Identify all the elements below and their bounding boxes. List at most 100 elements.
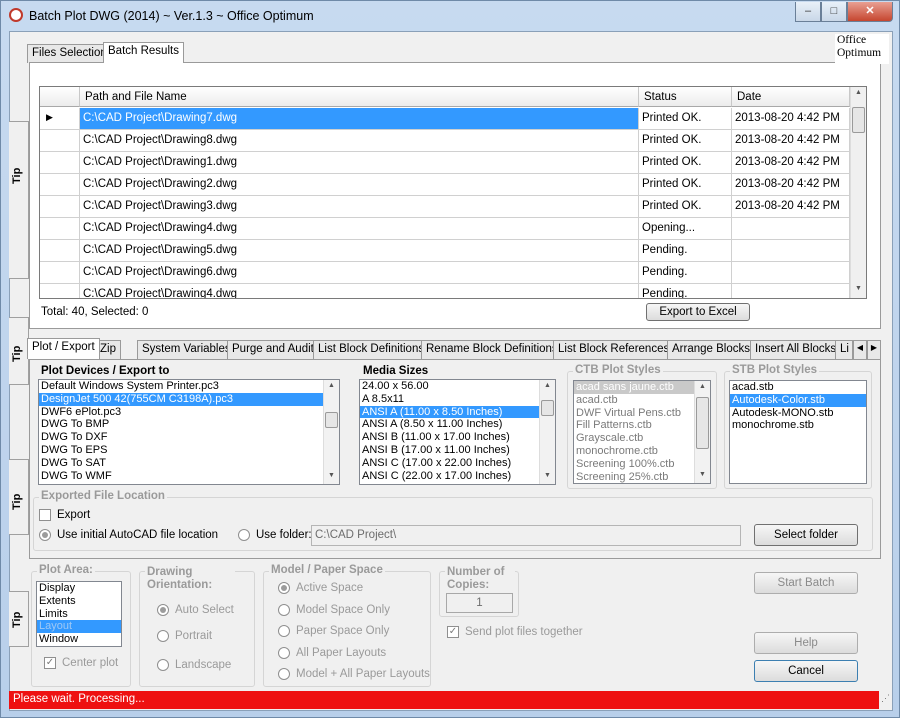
- media-size-item[interactable]: ANSI C (17.00 x 22.00 Inches): [360, 457, 555, 470]
- media-size-item[interactable]: 24.00 x 56.00: [360, 380, 555, 393]
- row-header[interactable]: [40, 284, 80, 298]
- stb-plot-styles-list[interactable]: acad.stb Autodesk-Color.stb Autodesk-MONO.…: [729, 380, 867, 484]
- column-header-status[interactable]: Status: [639, 87, 732, 107]
- row-header[interactable]: [40, 240, 80, 262]
- table-row[interactable]: C:\CAD Project\Drawing3.dwg Printed OK. 20…: [40, 196, 850, 218]
- plot-device-item[interactable]: Default Windows System Printer.pc3: [39, 380, 339, 393]
- maximize-button[interactable]: □: [821, 2, 847, 22]
- tab-option-9[interactable]: Li: [835, 340, 853, 359]
- media-size-item[interactable]: ANSI A (11.00 x 8.50 Inches): [360, 405, 555, 419]
- model-paper-radio-1[interactable]: [278, 603, 290, 616]
- stb-style-item[interactable]: monochrome.stb: [730, 419, 866, 432]
- table-row[interactable]: C:\CAD Project\Drawing4.dwg Opening...: [40, 218, 850, 240]
- tab-option-8[interactable]: Insert All Blocks: [750, 340, 842, 359]
- media-size-item[interactable]: ANSI C (22.00 x 17.00 Inches): [360, 470, 555, 483]
- ctb-style-item[interactable]: Screening 100%.ctb: [574, 458, 710, 471]
- cancel-button[interactable]: Cancel: [754, 660, 858, 682]
- plot-device-item[interactable]: DesignJet 500 42(755CM C3198A).pc3: [39, 392, 339, 406]
- plot-device-item[interactable]: DWG To EPS: [39, 444, 339, 457]
- ctb-style-item[interactable]: Grayscale.ctb: [574, 432, 710, 445]
- tab-option-7[interactable]: Arrange Blocks: [667, 340, 755, 359]
- model-paper-radio-4[interactable]: [278, 668, 290, 680]
- scroll-thumb[interactable]: [541, 400, 554, 416]
- media-size-item[interactable]: ANSI B (17.00 x 11.00 Inches): [360, 444, 555, 457]
- minimize-button[interactable]: –: [795, 2, 821, 22]
- tab-option-4[interactable]: List Block Definitions: [313, 340, 430, 359]
- tip-tab-3[interactable]: Tip: [9, 459, 29, 535]
- export-to-excel-button[interactable]: Export to Excel: [646, 303, 750, 321]
- media-size-item[interactable]: A 8.5x11: [360, 393, 555, 406]
- scroll-thumb[interactable]: [325, 412, 338, 428]
- scroll-up-icon[interactable]: ▲: [324, 382, 339, 389]
- current-row-icon[interactable]: ▶: [40, 108, 80, 130]
- scroll-up-icon[interactable]: ▲: [540, 382, 555, 389]
- folder-path-input[interactable]: C:\CAD Project\: [311, 525, 741, 546]
- row-header[interactable]: [40, 174, 80, 196]
- help-button[interactable]: Help: [754, 632, 858, 654]
- tab-option-5[interactable]: Rename Block Definitions: [421, 340, 563, 359]
- plot-area-item[interactable]: Limits: [37, 608, 121, 621]
- scroll-up-icon[interactable]: ▲: [695, 383, 710, 390]
- plot-device-item[interactable]: DWG To SAT: [39, 457, 339, 470]
- plot-device-item[interactable]: DWG To BMP: [39, 418, 339, 431]
- center-plot-checkbox[interactable]: ✓: [44, 657, 56, 669]
- media-size-item[interactable]: ANSI A (8.50 x 11.00 Inches): [360, 418, 555, 431]
- plot-device-item[interactable]: DWF6 ePlot.pc3: [39, 406, 339, 419]
- use-initial-location-radio[interactable]: [39, 529, 51, 541]
- orientation-portrait-radio[interactable]: [157, 630, 169, 642]
- scroll-down-icon[interactable]: ▼: [540, 472, 555, 479]
- ctb-style-item[interactable]: Screening 25%.ctb: [574, 471, 710, 483]
- scroll-down-icon[interactable]: ▼: [851, 285, 866, 292]
- results-grid[interactable]: Path and File Name Status Date ▶ C:\CAD P…: [39, 86, 867, 299]
- stb-style-item[interactable]: Autodesk-MONO.stb: [730, 407, 866, 420]
- tab-option-2[interactable]: System Variables: [137, 340, 236, 359]
- plot-device-item[interactable]: DWG To DXF: [39, 431, 339, 444]
- model-paper-radio-0[interactable]: [278, 582, 290, 594]
- export-checkbox[interactable]: [39, 509, 51, 521]
- scroll-up-icon[interactable]: ▲: [851, 89, 866, 96]
- tab-batch-results[interactable]: Batch Results: [103, 42, 184, 63]
- tab-scroll-right-icon[interactable]: ▶: [867, 340, 881, 359]
- table-row[interactable]: C:\CAD Project\Drawing4.dwg Pending.: [40, 284, 850, 298]
- row-header[interactable]: [40, 152, 80, 174]
- table-row[interactable]: C:\CAD Project\Drawing5.dwg Pending.: [40, 240, 850, 262]
- list-scrollbar[interactable]: ▲ ▼: [694, 381, 710, 483]
- tab-option-0[interactable]: Plot / Export: [27, 338, 100, 359]
- list-scrollbar[interactable]: ▲ ▼: [539, 380, 555, 484]
- scroll-down-icon[interactable]: ▼: [324, 472, 339, 479]
- tip-tab-2[interactable]: Tip: [9, 317, 29, 385]
- row-header[interactable]: [40, 196, 80, 218]
- tab-files-selection[interactable]: Files Selection: [27, 44, 112, 63]
- plot-device-item[interactable]: DWG To WMF: [39, 470, 339, 483]
- stb-style-item[interactable]: acad.stb: [730, 381, 866, 394]
- plot-area-item[interactable]: Layout: [37, 620, 121, 634]
- table-row[interactable]: C:\CAD Project\Drawing1.dwg Printed OK. 20…: [40, 152, 850, 174]
- ctb-style-item[interactable]: acad sans jaune.ctb: [574, 381, 710, 394]
- plot-area-item[interactable]: Extents: [37, 595, 121, 608]
- select-folder-button[interactable]: Select folder: [754, 524, 858, 546]
- table-row[interactable]: ▶ C:\CAD Project\Drawing7.dwg Printed OK. 2…: [40, 108, 850, 130]
- resize-grip-icon[interactable]: ⋰: [881, 693, 893, 707]
- plot-devices-list[interactable]: Default Windows System Printer.pc3 Design…: [38, 379, 340, 485]
- tab-scroll-left-icon[interactable]: ◀: [853, 340, 867, 359]
- grid-scrollbar[interactable]: ▲ ▼: [850, 87, 866, 298]
- copies-input[interactable]: 1: [446, 593, 513, 613]
- model-paper-radio-2[interactable]: [278, 625, 290, 637]
- send-together-checkbox[interactable]: ✓: [447, 626, 459, 638]
- scroll-thumb[interactable]: [696, 397, 709, 449]
- tip-tab-1[interactable]: Tip: [9, 121, 29, 279]
- orientation-auto-radio[interactable]: [157, 604, 169, 616]
- stb-style-item[interactable]: Autodesk-Color.stb: [730, 393, 866, 407]
- ctb-style-item[interactable]: Fill Patterns.ctb: [574, 419, 710, 432]
- plot-area-list[interactable]: Display Extents Limits Layout Window: [36, 581, 122, 647]
- close-button[interactable]: ✕: [847, 2, 893, 22]
- use-folder-radio[interactable]: [238, 529, 250, 541]
- column-header-file[interactable]: Path and File Name: [80, 87, 639, 107]
- tab-option-3[interactable]: Purge and Audit: [227, 340, 319, 359]
- plot-area-item[interactable]: Display: [37, 582, 121, 595]
- ctb-style-item[interactable]: DWF Virtual Pens.ctb: [574, 407, 710, 420]
- start-batch-button[interactable]: Start Batch: [754, 572, 858, 594]
- column-header-date[interactable]: Date: [732, 87, 850, 107]
- scroll-thumb[interactable]: [852, 107, 865, 133]
- tip-tab-4[interactable]: Tip: [9, 591, 29, 647]
